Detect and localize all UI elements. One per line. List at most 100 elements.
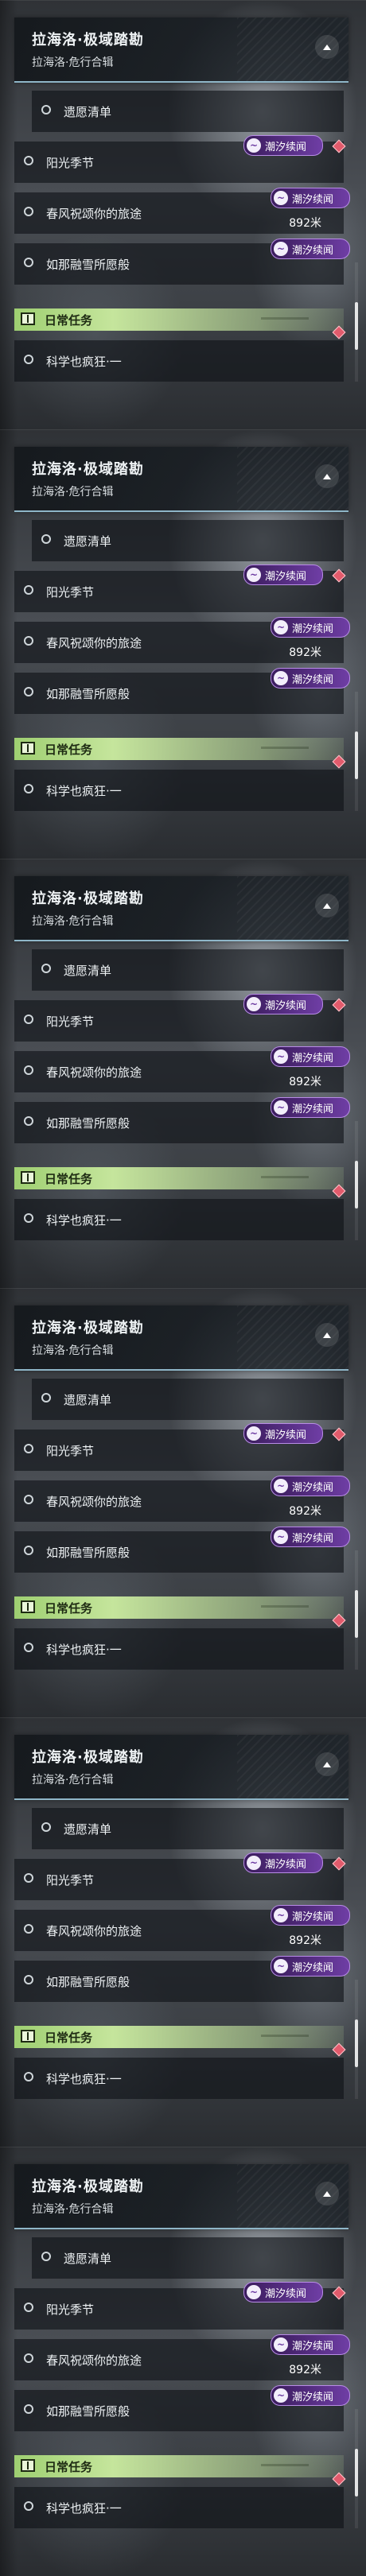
daily-item-science[interactable]: 科学也疯狂·一: [14, 770, 344, 811]
quest-header[interactable]: 拉海洛·极域踏勘 拉海洛·危行合辑: [14, 1735, 348, 1800]
quest-item-wish-list[interactable]: 遗愿清单: [32, 520, 344, 561]
quest-item-wish-list[interactable]: 遗愿清单: [32, 1808, 344, 1849]
scrollbar-thumb[interactable]: [355, 1590, 358, 1638]
daily-task-header[interactable]: 日常任务: [14, 2455, 344, 2477]
tide-tag-label: 潮汐续闻: [265, 999, 307, 1012]
daily-task-header[interactable]: 日常任务: [14, 2026, 344, 2048]
quest-item-label: 春风祝颂你的旅途: [46, 207, 142, 221]
tide-icon: ~: [274, 1479, 288, 1493]
tide-tag: ~ 潮汐续闻: [271, 1046, 350, 1067]
quest-header[interactable]: 拉海洛·极域踏勘 拉海洛·危行合辑: [14, 1305, 348, 1371]
tide-tag-label: 潮汐续闻: [265, 2287, 307, 2300]
tide-icon: ~: [274, 191, 288, 205]
daily-task-header[interactable]: 日常任务: [14, 1167, 344, 1189]
tide-icon: ~: [247, 1426, 261, 1441]
daily-item-science[interactable]: 科学也疯狂·一: [14, 2487, 344, 2528]
tide-tag-label: 潮汐续闻: [292, 1103, 334, 1115]
tide-tag-label: 潮汐续闻: [292, 623, 334, 635]
radio-icon: [24, 1213, 33, 1223]
quest-item-label: 春风祝颂你的旅途: [46, 1065, 142, 1080]
quest-subtitle: 拉海洛·危行合辑: [32, 915, 114, 928]
quest-item-label: 春风祝颂你的旅途: [46, 636, 142, 650]
collapse-button[interactable]: [315, 1323, 339, 1347]
quest-header[interactable]: 拉海洛·极域踏勘 拉海洛·危行合辑: [14, 876, 348, 941]
quest-item-label: 如那融雪所愿般: [46, 1546, 130, 1560]
radio-icon: [24, 1873, 33, 1883]
quest-item-wish-list[interactable]: 遗愿清单: [32, 91, 344, 132]
tide-tag-label: 潮汐续闻: [292, 1481, 334, 1494]
scrollbar-thumb[interactable]: [355, 2449, 358, 2496]
quest-header[interactable]: 拉海洛·极域踏勘 拉海洛·危行合辑: [14, 17, 348, 83]
radio-icon: [41, 964, 51, 973]
quest-item-label: 遗愿清单: [64, 105, 112, 119]
tide-tag-label: 潮汐续闻: [292, 1052, 334, 1065]
collapse-button[interactable]: [315, 894, 339, 918]
tide-icon: ~: [274, 1049, 288, 1064]
tide-icon: ~: [274, 1100, 288, 1115]
tide-tag: ~ 潮汐续闻: [271, 239, 350, 259]
tide-icon: ~: [274, 671, 288, 685]
daily-item-label: 科学也疯狂·一: [46, 784, 122, 798]
tide-tag: ~ 潮汐续闻: [271, 2334, 350, 2355]
collapse-button[interactable]: [315, 464, 339, 488]
daily-task-header[interactable]: 日常任务: [14, 308, 344, 331]
tide-tag-label: 潮汐续闻: [292, 1911, 334, 1923]
daily-decoration: [261, 747, 309, 749]
book-icon: [21, 312, 35, 325]
quest-item-label: 遗愿清单: [64, 534, 112, 549]
tide-icon: ~: [274, 2337, 288, 2352]
quest-header[interactable]: 拉海洛·极域踏勘 拉海洛·危行合辑: [14, 2164, 348, 2229]
tide-tag: ~ 潮汐续闻: [243, 135, 323, 156]
tide-tag: ~ 潮汐续闻: [243, 2282, 323, 2302]
tide-icon: ~: [247, 1856, 261, 1870]
scrollbar-thumb[interactable]: [355, 1161, 358, 1208]
daily-decoration: [261, 1176, 309, 1178]
quest-item-label: 遗愿清单: [64, 2252, 112, 2266]
quest-title: 拉海洛·极域踏勘: [32, 1749, 144, 1766]
quest-item-label: 如那融雪所愿般: [46, 1975, 130, 1989]
collapse-button[interactable]: [315, 1752, 339, 1776]
daily-item-label: 科学也疯狂·一: [46, 1643, 122, 1657]
collapse-button[interactable]: [315, 2182, 339, 2206]
quest-item-wish-list[interactable]: 遗愿清单: [32, 949, 344, 991]
quest-subtitle: 拉海洛·危行合辑: [32, 1344, 114, 1357]
radio-icon: [24, 1924, 33, 1934]
scrollbar-thumb[interactable]: [355, 302, 358, 350]
radio-icon: [24, 2302, 33, 2312]
scrollbar-thumb[interactable]: [355, 2019, 358, 2067]
quest-item-wish-list[interactable]: 遗愿清单: [32, 1379, 344, 1420]
radio-icon: [24, 2072, 33, 2081]
tide-tag: ~ 潮汐续闻: [271, 2385, 350, 2406]
quest-item-label: 如那融雪所愿般: [46, 2404, 130, 2419]
daily-task-header[interactable]: 日常任务: [14, 738, 344, 760]
collapse-button[interactable]: [315, 35, 339, 59]
screenshot-stack: 拉海洛·极域踏勘 拉海洛·危行合辑 遗愿清单 阳光季节 春风祝颂你的旅途 892…: [0, 0, 366, 2576]
tide-tag: ~ 潮汐续闻: [271, 617, 350, 638]
radio-icon: [24, 1546, 33, 1555]
tide-tag-label: 潮汐续闻: [292, 2391, 334, 2403]
radio-icon: [24, 1975, 33, 1984]
tide-tag: ~ 潮汐续闻: [271, 188, 350, 208]
daily-task-header[interactable]: 日常任务: [14, 1596, 344, 1619]
daily-item-science[interactable]: 科学也疯狂·一: [14, 2058, 344, 2099]
tide-tag: ~ 潮汐续闻: [243, 1423, 323, 1444]
quest-distance: 892米: [289, 646, 321, 659]
quest-item-label: 如那融雪所愿般: [46, 1116, 130, 1131]
daily-item-science[interactable]: 科学也疯狂·一: [14, 1199, 344, 1240]
radio-icon: [24, 2353, 33, 2363]
daily-item-science[interactable]: 科学也疯狂·一: [14, 340, 344, 382]
daily-decoration: [261, 2464, 309, 2466]
daily-decoration: [261, 1605, 309, 1608]
daily-item-label: 科学也疯狂·一: [46, 355, 122, 369]
daily-task-title: 日常任务: [45, 1601, 93, 1616]
tide-icon: ~: [274, 620, 288, 634]
tide-icon: ~: [274, 1530, 288, 1544]
chevron-up-icon: [323, 1332, 331, 1338]
scrollbar-thumb[interactable]: [355, 731, 358, 779]
quest-item-label: 遗愿清单: [64, 1822, 112, 1837]
quest-header[interactable]: 拉海洛·极域踏勘 拉海洛·危行合辑: [14, 447, 348, 512]
daily-decoration: [261, 2035, 309, 2037]
quest-item-wish-list[interactable]: 遗愿清单: [32, 2237, 344, 2279]
daily-item-science[interactable]: 科学也疯狂·一: [14, 1628, 344, 1670]
tide-tag-label: 潮汐续闻: [265, 141, 307, 153]
